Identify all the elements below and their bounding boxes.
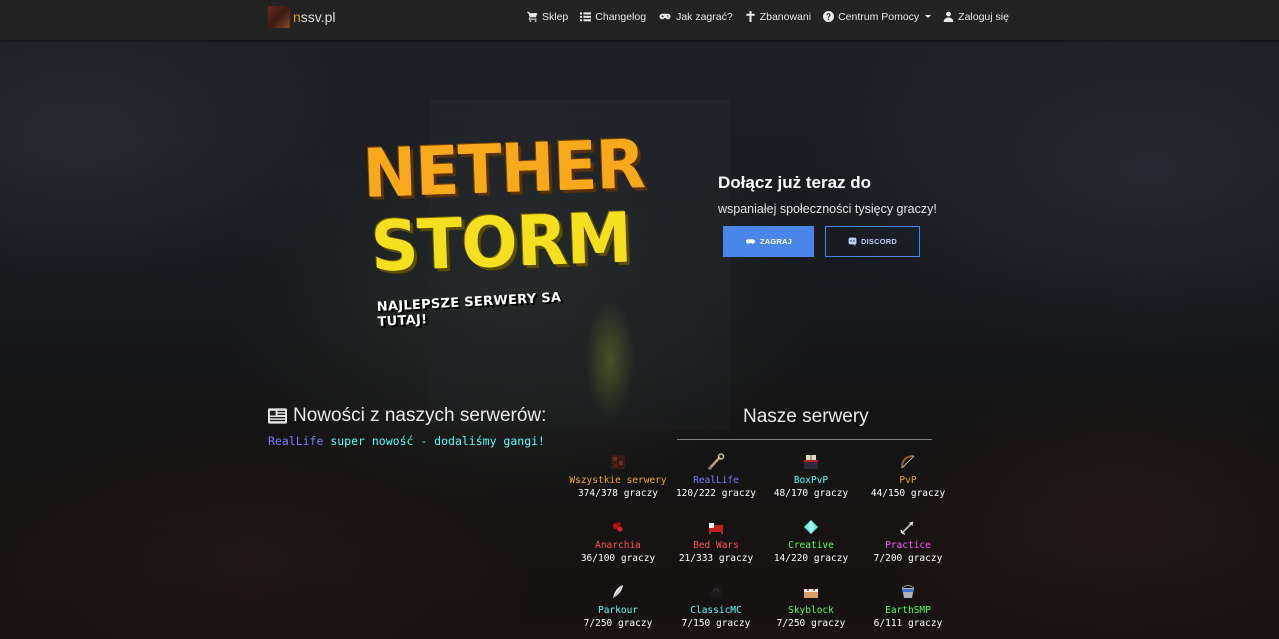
server-card-skyblock[interactable]: Skyblock 7/250 graczy [761,582,861,631]
server-card-creative[interactable]: Creative 14/220 graczy [761,517,861,566]
discord-icon [848,237,857,246]
news-item[interactable]: RealLife super nowość - dodaliśmy gangi! [268,434,545,448]
server-player-count: 7/150 graczy [681,618,751,629]
news-item-text: super nowość - dodaliśmy gangi! [330,434,545,448]
chevron-down-icon [925,15,932,18]
brand-first-letter: n [293,9,301,25]
nav-item-help-center[interactable]: Centrum Pomocy [823,10,932,23]
gamepad-icon [659,13,671,20]
nav-item-banned[interactable]: Zbanowani [745,11,811,23]
server-name: Bed Wars [693,540,739,551]
redstone-icon [613,522,623,532]
server-player-count: 120/222 graczy [675,488,757,499]
server-name: ClassicMC [690,605,742,616]
cake-icon [804,589,818,598]
server-name: Wszystkie serwery [569,475,667,486]
server-name: Skyblock [788,605,834,616]
join-title: Dołącz już teraz do [718,173,872,192]
nether-storm-logo: NETHER STORM NAJLEPSZE SERWERY SA TUTAJ! [355,126,646,330]
server-card-earthsmp[interactable]: EarthSMP 6/111 graczy [858,582,958,631]
feather-icon [612,585,623,599]
server-card-anarchia[interactable]: Anarchia 36/100 graczy [568,517,668,566]
server-name: Anarchia [595,540,641,551]
nav-item-help-center-label: Centrum Pomocy [838,10,920,23]
list-icon [580,12,592,22]
server-player-count: 14/220 graczy [773,553,849,564]
play-button-label: ZAGRAJ [759,237,793,246]
nav-item-login[interactable]: Zaloguj się [943,11,1009,23]
server-player-count: 36/100 graczy [580,553,656,564]
server-card-wszystkie-serwery[interactable]: Wszystkie serwery 374/378 graczy [568,452,668,501]
servers-title: Nasze serwery [743,406,869,427]
arrow-icon [900,521,914,535]
question-icon [823,11,835,22]
server-name: PvP [899,475,917,486]
brand-name: ssv.pl [300,9,336,25]
server-card-pvp[interactable]: PvP 44/150 graczy [858,452,958,501]
nav-menu: Sklep Changelog Jak zagrać? Zbanowani Ce… [527,0,1009,33]
gamepad-icon [745,239,755,244]
server-player-count: 7/200 graczy [873,553,943,564]
server-card-boxpvp[interactable]: BoxPvP 48/170 graczy [761,452,861,501]
brand-logo-icon [268,6,290,28]
cross-icon [746,11,755,22]
news-title-text: Nowości z naszych serwerów: [293,405,547,426]
nav-item-how-to-play[interactable]: Jak zagrać? [658,11,733,23]
server-name: Parkour [597,605,639,616]
server-card-bed-wars[interactable]: Bed Wars 21/333 graczy [666,517,766,566]
newspaper-icon [268,408,287,424]
nav-item-changelog-label: Changelog [595,10,647,23]
logo-line-storm: STORM [369,197,633,288]
bow-icon [900,454,915,469]
server-player-count: 6/111 graczy [873,618,943,629]
server-card-classicmc[interactable]: ClassicMC 7/150 graczy [666,582,766,631]
nav-item-shop-label: Sklep [542,10,569,23]
server-name: RealLife [693,475,739,486]
server-player-count: 7/250 graczy [583,618,653,629]
join-subtitle: wspaniałej społeczności tysięcy graczy! [718,202,937,216]
user-icon [943,11,954,22]
server-player-count: 7/250 graczy [776,618,846,629]
play-button[interactable]: ZAGRAJ [723,226,814,257]
water-bucket-icon [901,585,915,598]
brand-link[interactable]: nssv.pl [268,6,336,28]
server-card-reallife[interactable]: RealLife 120/222 graczy [666,452,766,501]
server-card-parkour[interactable]: Parkour 7/250 graczy [568,582,668,631]
nav-item-login-label: Zaloguj się [958,10,1009,23]
diamond-icon [804,520,818,534]
server-player-count: 44/150 graczy [870,488,946,499]
navbar: nssv.pl Sklep Changelog Jak zagrać? Zban… [0,0,1279,40]
server-name: Creative [788,540,834,551]
lead-icon [708,453,725,470]
coal-icon [710,586,722,598]
server-player-count: 21/333 graczy [678,553,754,564]
server-name: EarthSMP [885,605,931,616]
nav-item-shop[interactable]: Sklep [527,11,568,23]
discord-button-label: DISCORD [861,237,897,246]
server-name: BoxPvP [793,475,829,486]
netherrack-block-icon [611,455,625,469]
enchanting-table-icon [804,455,818,469]
cart-icon [527,11,538,22]
servers-divider [677,439,932,440]
server-player-count: 48/170 graczy [773,488,849,499]
server-player-count: 374/378 graczy [577,488,659,499]
nav-item-changelog[interactable]: Changelog [580,11,646,23]
bed-icon [709,523,723,534]
server-card-practice[interactable]: Practice 7/200 graczy [858,517,958,566]
logo-tagline: NAJLEPSZE SERWERY SA TUTAJ! [376,290,562,330]
discord-button[interactable]: DISCORD [825,226,920,257]
nav-item-how-to-play-label: Jak zagrać? [676,10,733,23]
server-name: Practice [885,540,931,551]
news-title: Nowości z naszych serwerów: [268,405,546,427]
logo-line-nether: NETHER [361,126,646,214]
nav-item-banned-label: Zbanowani [759,10,812,23]
news-item-tag: RealLife [268,434,324,448]
